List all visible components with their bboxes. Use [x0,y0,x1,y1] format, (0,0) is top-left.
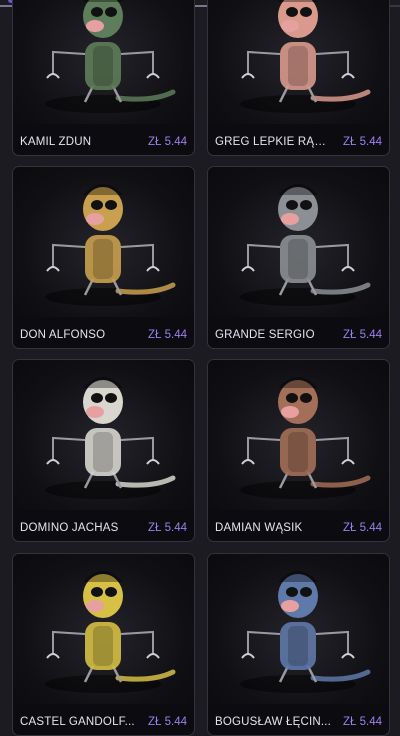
product-price: ZŁ 5.44 [148,716,187,728]
product-price: ZŁ 5.44 [148,136,187,148]
product-card[interactable]: DON ALFONSO ZŁ 5.44 [12,166,195,349]
figure-cowboy-pink-icon [240,0,371,113]
product-price: ZŁ 5.44 [343,716,382,728]
figure-blue-grey-icon [240,571,371,693]
figure-glasses-green-icon [45,0,176,113]
product-price: ZŁ 5.44 [148,522,187,534]
product-name: KAMIL ZDUN [20,136,92,148]
product-price: ZŁ 5.44 [148,329,187,341]
product-name: GRANDE SERGIO [215,329,315,341]
product-name: DOMINO JACHAŚ [20,522,119,534]
product-card[interactable]: DOMINO JACHAŚ ZŁ 5.44 [12,359,195,542]
product-price: ZŁ 5.44 [343,329,382,341]
figure-chef-white-icon [45,377,176,499]
product-name: GREG LEPKIE RĄCZ... [215,136,333,148]
product-card[interactable]: GRANDE SERGIO ZŁ 5.44 [207,166,390,349]
product-price: ZŁ 5.44 [343,136,382,148]
figure-grey-suit-icon [240,184,371,306]
product-card[interactable]: CASTEL GANDOLF... ZŁ 5.44 [12,553,195,736]
product-name: DON ALFONSO [20,329,106,341]
figure-wheelchair-blond-icon [45,184,176,306]
product-price: ZŁ 5.44 [343,522,382,534]
product-card[interactable]: KAMIL ZDUN ZŁ 5.44 [12,0,195,156]
figure-brown-blue-icon [240,377,371,499]
product-card[interactable]: BOGUSŁAW ŁĘCIN... ZŁ 5.44 [207,553,390,736]
product-name: CASTEL GANDOLF... [20,716,135,728]
product-card[interactable]: DAMIAN WĄSIK ZŁ 5.44 [207,359,390,542]
product-name: DAMIAN WĄSIK [215,522,303,534]
figure-yellow-black-icon [45,571,176,693]
product-name: BOGUSŁAW ŁĘCIN... [215,716,332,728]
product-card[interactable]: GREG LEPKIE RĄCZ... ZŁ 5.44 [207,0,390,156]
